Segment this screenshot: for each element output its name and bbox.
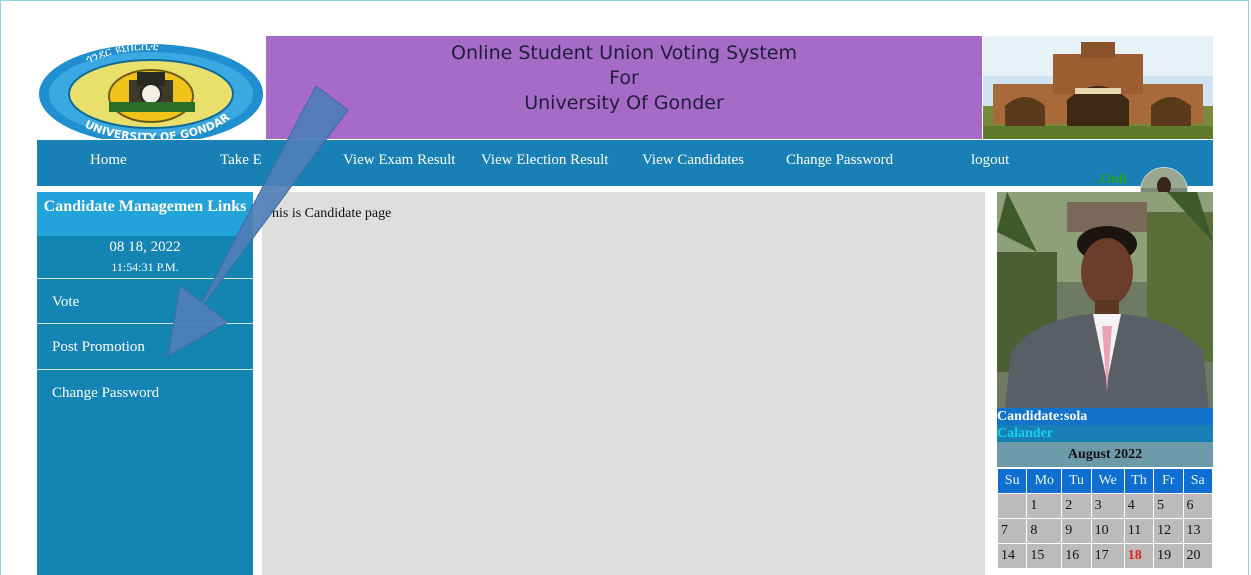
main-nav: Home Take E View Exam Result View Electi… xyxy=(37,140,1213,215)
university-logo: ጎንደር ዩኒቨርሲቲ UNIVERSITY OF GONDAR xyxy=(37,36,265,144)
calendar-weekday: Mo xyxy=(1027,469,1062,493)
university-gate-photo xyxy=(983,36,1213,139)
banner-title-line1: Online Student Union Voting System xyxy=(451,42,797,64)
calendar-day-today[interactable]: 18 xyxy=(1124,544,1154,568)
calendar-day[interactable]: 4 xyxy=(1124,494,1154,518)
online-status-label: .Onli xyxy=(1097,172,1127,187)
nav-view-exam-result[interactable]: View Exam Result xyxy=(343,152,455,169)
calendar-weekday: Su xyxy=(998,469,1027,493)
sidebar-date: 08 18, 2022 xyxy=(109,239,181,255)
calendar-weekday: Tu xyxy=(1062,469,1091,493)
calendar-day[interactable]: 17 xyxy=(1091,544,1124,568)
calendar-day[interactable]: 11 xyxy=(1124,519,1154,543)
calendar-weekday: Th xyxy=(1124,469,1154,493)
nav-take-exam[interactable]: Take E xyxy=(220,152,262,169)
banner-title-line3: University Of Gonder xyxy=(524,92,724,114)
calendar-day[interactable]: 3 xyxy=(1091,494,1124,518)
sidebar-link-change-password[interactable]: Change Password xyxy=(37,369,253,414)
calendar-day[interactable]: 16 xyxy=(1062,544,1091,568)
calendar-day[interactable]: 14 xyxy=(998,544,1027,568)
calendar-day[interactable]: 10 xyxy=(1091,519,1124,543)
candidate-photo xyxy=(997,192,1213,408)
nav-change-password[interactable]: Change Password xyxy=(786,152,893,169)
calendar-month: August 2022 xyxy=(997,442,1213,467)
sidebar: Candidate Managemen Links 08 18, 2022 11… xyxy=(37,192,253,575)
calendar-day[interactable]: 20 xyxy=(1183,544,1212,568)
calendar-heading: Calander xyxy=(997,425,1213,442)
calendar-day[interactable]: 15 xyxy=(1027,544,1062,568)
calendar-day[interactable] xyxy=(998,494,1027,518)
calendar-weekday: Sa xyxy=(1183,469,1212,493)
nav-logout[interactable]: logout xyxy=(971,152,1009,169)
calendar-day[interactable]: 9 xyxy=(1062,519,1091,543)
page-welcome-text: his is Candidate page xyxy=(272,206,392,221)
calendar-day[interactable]: 6 xyxy=(1183,494,1212,518)
right-panel: Candidate:sola Calander August 2022 Su M… xyxy=(997,192,1213,575)
nav-view-election-result[interactable]: View Election Result xyxy=(481,152,608,169)
calendar-day[interactable]: 1 xyxy=(1027,494,1062,518)
sidebar-title: Candidate Managemen Links xyxy=(37,192,253,236)
banner-title-line2: For xyxy=(609,67,639,89)
calendar-day[interactable]: 12 xyxy=(1154,519,1183,543)
site-banner: Online Student Union Voting System For U… xyxy=(266,36,982,139)
calendar-day[interactable]: 8 xyxy=(1027,519,1062,543)
calendar-day[interactable]: 13 xyxy=(1183,519,1212,543)
calendar-day[interactable]: 5 xyxy=(1154,494,1183,518)
calendar-table: Su Mo Tu We Th Fr Sa 1 2 3 4 5 6 7 8 9 1… xyxy=(997,468,1213,569)
nav-view-candidates[interactable]: View Candidates xyxy=(642,152,744,169)
calendar-weekday: We xyxy=(1091,469,1124,493)
calendar-day[interactable]: 19 xyxy=(1154,544,1183,568)
sidebar-clock: 11:54:31 P.M. xyxy=(111,260,179,274)
sidebar-link-vote[interactable]: Vote xyxy=(37,278,253,323)
university-logo-icon: ጎንደር ዩኒቨርሲቲ UNIVERSITY OF GONDAR xyxy=(39,39,263,144)
header: ጎንደር ዩኒቨርሲቲ UNIVERSITY OF GONDAR Online … xyxy=(37,36,1213,144)
nav-home[interactable]: Home xyxy=(90,152,127,169)
main-content: his is Candidate page xyxy=(262,192,985,575)
sidebar-link-post-promotion[interactable]: Post Promotion xyxy=(37,323,253,368)
candidate-name-label: Candidate:sola xyxy=(997,408,1213,425)
calendar-day[interactable]: 7 xyxy=(998,519,1027,543)
calendar-day[interactable]: 2 xyxy=(1062,494,1091,518)
calendar-weekday: Fr xyxy=(1154,469,1183,493)
